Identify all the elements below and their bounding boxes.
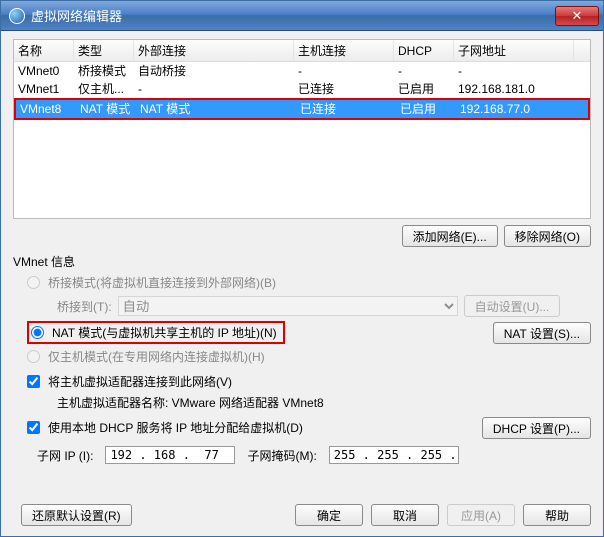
col-ext[interactable]: 外部连接: [134, 40, 294, 61]
nat-label: NAT 模式(与虚拟机共享主机的 IP 地址)(N): [52, 324, 277, 341]
nat-radio[interactable]: [31, 326, 44, 339]
ok-button[interactable]: 确定: [295, 504, 363, 526]
hostonly-radio-row[interactable]: 仅主机模式(在专用网络内连接虚拟机)(H): [27, 348, 591, 365]
dhcp-checkbox[interactable]: [27, 421, 40, 434]
table-header: 名称 类型 外部连接 主机连接 DHCP 子网地址: [14, 40, 590, 62]
bridge-to-label: 桥接到(T):: [57, 298, 112, 315]
close-button[interactable]: ✕: [555, 6, 599, 26]
dhcp-row[interactable]: 使用本地 DHCP 服务将 IP 地址分配给虚拟机(D): [27, 419, 482, 436]
nat-highlight: NAT 模式(与虚拟机共享主机的 IP 地址)(N): [27, 321, 285, 344]
window-title: 虚拟网络编辑器: [31, 6, 122, 25]
cancel-button[interactable]: 取消: [371, 504, 439, 526]
help-button[interactable]: 帮助: [523, 504, 591, 526]
adapter-name-label: 主机虚拟适配器名称: VMware 网络适配器 VMnet8: [57, 394, 591, 411]
connect-adapter-checkbox[interactable]: [27, 375, 40, 388]
subnet-ip-input[interactable]: [105, 446, 235, 464]
hostonly-label: 仅主机模式(在专用网络内连接虚拟机)(H): [48, 348, 265, 365]
subnet-mask-input[interactable]: [329, 446, 459, 464]
highlighted-row: VMnet8 NAT 模式 NAT 模式 已连接 已启用 192.168.77.…: [14, 98, 590, 120]
col-subnet[interactable]: 子网地址: [454, 40, 574, 61]
bridge-radio-row[interactable]: 桥接模式(将虚拟机直接连接到外部网络)(B): [27, 274, 591, 291]
add-network-button[interactable]: 添加网络(E)...: [402, 225, 498, 247]
auto-set-button[interactable]: 自动设置(U)...: [464, 295, 561, 317]
restore-defaults-button[interactable]: 还原默认设置(R): [21, 504, 132, 526]
col-host[interactable]: 主机连接: [294, 40, 394, 61]
apply-button[interactable]: 应用(A): [447, 504, 515, 526]
dialog-window: 虚拟网络编辑器 ✕ 名称 类型 外部连接 主机连接 DHCP 子网地址 VMne…: [0, 0, 604, 537]
footer-buttons: 还原默认设置(R) 确定 取消 应用(A) 帮助: [13, 504, 591, 526]
dhcp-label: 使用本地 DHCP 服务将 IP 地址分配给虚拟机(D): [48, 419, 303, 436]
nat-radio-row[interactable]: NAT 模式(与虚拟机共享主机的 IP 地址)(N): [31, 324, 277, 341]
nat-settings-button[interactable]: NAT 设置(S)...: [493, 322, 591, 344]
table-row[interactable]: VMnet1 仅主机... - 已连接 已启用 192.168.181.0: [14, 80, 590, 98]
vmnet-info-label: VMnet 信息: [13, 253, 591, 270]
titlebar[interactable]: 虚拟网络编辑器 ✕: [1, 1, 603, 31]
connect-adapter-row[interactable]: 将主机虚拟适配器连接到此网络(V): [27, 373, 591, 390]
col-name[interactable]: 名称: [14, 40, 74, 61]
subnet-mask-label: 子网掩码(M):: [247, 447, 316, 464]
bridge-to-select[interactable]: 自动: [118, 296, 458, 316]
col-dhcp[interactable]: DHCP: [394, 40, 454, 61]
dhcp-settings-button[interactable]: DHCP 设置(P)...: [482, 417, 591, 439]
bridge-label: 桥接模式(将虚拟机直接连接到外部网络)(B): [48, 274, 276, 291]
bridge-radio[interactable]: [27, 276, 40, 289]
table-row[interactable]: VMnet0 桥接模式 自动桥接 - - -: [14, 62, 590, 80]
connect-adapter-label: 将主机虚拟适配器连接到此网络(V): [48, 373, 232, 390]
content-area: 名称 类型 外部连接 主机连接 DHCP 子网地址 VMnet0 桥接模式 自动…: [1, 31, 603, 536]
table-buttons: 添加网络(E)... 移除网络(O): [13, 225, 591, 247]
network-table[interactable]: 名称 类型 外部连接 主机连接 DHCP 子网地址 VMnet0 桥接模式 自动…: [13, 39, 591, 219]
col-type[interactable]: 类型: [74, 40, 134, 61]
app-icon: [9, 8, 25, 24]
remove-network-button[interactable]: 移除网络(O): [504, 225, 591, 247]
subnet-ip-label: 子网 IP (I):: [37, 447, 93, 464]
table-row[interactable]: VMnet8 NAT 模式 NAT 模式 已连接 已启用 192.168.77.…: [16, 100, 588, 118]
hostonly-radio[interactable]: [27, 350, 40, 363]
